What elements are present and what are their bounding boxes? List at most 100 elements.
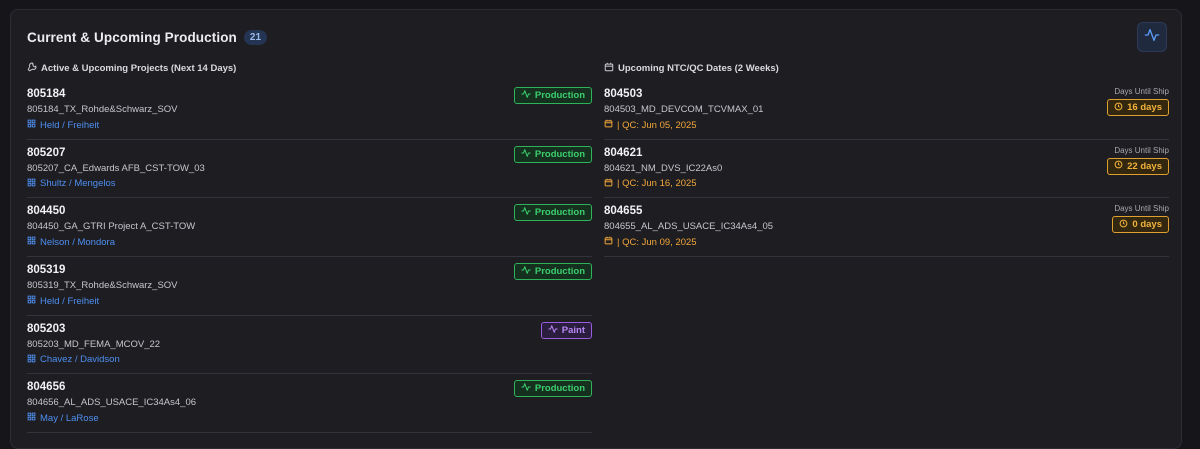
project-owners[interactable]: Held / Freiheit (27, 119, 99, 131)
days-text: 22 days (1127, 160, 1162, 172)
project-name: 804656_AL_ADS_USACE_IC34As4_06 (27, 397, 197, 409)
activity-button[interactable] (1137, 22, 1167, 52)
days-badge: 0 days (1112, 216, 1169, 234)
calendar-icon (604, 178, 617, 190)
qc-project-name: 804621_NM_DVS_IC22As0 (604, 162, 723, 174)
qc-dates-section: Upcoming NTC/QC Dates (2 Weeks) 804503 8… (604, 62, 1169, 258)
project-id: 805184 (27, 88, 66, 100)
days-until-ship-label: Days Until Ship (1114, 145, 1169, 155)
project-owners[interactable]: Chavez / Davidson (27, 354, 120, 366)
project-name: 805184_TX_Rohde&Schwarz_SOV (27, 104, 178, 115)
qc-project-id: 804503 (604, 88, 643, 100)
pulse-icon (521, 265, 535, 278)
qc-date-text: | QC: Jun 05, 2025 (617, 119, 697, 131)
project-owners-text: Chavez / Davidson (40, 354, 120, 366)
status-badge: Production (513, 87, 592, 104)
active-projects-title: Active & Upcoming Projects (Next 14 Days… (41, 62, 237, 74)
status-text: Paint (561, 324, 585, 336)
qc-row[interactable]: 804655 804655_AL_ADS_USACE_IC34As4_05 | … (604, 198, 1169, 258)
grid-icon (27, 412, 40, 424)
qc-date: | QC: Jun 05, 2025 (604, 119, 697, 131)
status-badge: Paint (540, 321, 592, 339)
days-badge: 22 days (1107, 157, 1169, 175)
grid-icon (27, 295, 40, 307)
project-owners-text: Nelson / Mondora (40, 236, 115, 248)
panel-header: Current & Upcoming Production 21 (27, 30, 268, 45)
days-text: 16 days (1127, 102, 1162, 113)
project-row[interactable]: 805207 805207_CA_Edwards AFB_CST-TOW_03 … (27, 140, 592, 199)
project-id: 804656 (27, 381, 66, 394)
qc-project-id: 804655 (604, 205, 643, 218)
project-name: 805203_MD_FEMA_MCOV_22 (27, 338, 161, 350)
panel-title: Current & Upcoming Production (27, 30, 237, 45)
project-row[interactable]: 805184 805184_TX_Rohde&Schwarz_SOV Held … (27, 81, 592, 140)
days-text: 0 days (1132, 219, 1162, 231)
clock-icon (1114, 160, 1127, 172)
project-id: 805319 (27, 264, 66, 277)
status-text: Production (534, 207, 585, 219)
qc-row[interactable]: 804503 804503_MD_DEVCOM_TCVMAX_01 | QC: … (604, 81, 1169, 140)
pulse-icon (521, 89, 535, 102)
status-badge: Production (513, 145, 592, 163)
grid-icon (27, 178, 40, 190)
project-id: 805203 (27, 322, 66, 335)
project-row[interactable]: 804450 804450_GA_GTRI Project A_CST-TOW … (27, 198, 592, 258)
calendar-icon (604, 62, 618, 75)
qc-row[interactable]: 804621 804621_NM_DVS_IC22As0 | QC: Jun 1… (604, 140, 1169, 199)
qc-date-text: | QC: Jun 16, 2025 (617, 178, 697, 190)
project-owners[interactable]: Held / Freiheit (27, 295, 99, 307)
qc-project-name: 804503_MD_DEVCOM_TCVMAX_01 (604, 104, 764, 115)
activity-icon (1144, 27, 1160, 48)
qc-date: | QC: Jun 16, 2025 (604, 178, 697, 190)
project-name: 805319_TX_Rohde&Schwarz_SOV (27, 280, 178, 292)
project-owners[interactable]: Shultz / Mengelos (27, 178, 116, 190)
project-row[interactable]: 805319 805319_TX_Rohde&Schwarz_SOV Held … (27, 257, 592, 316)
qc-project-id: 804621 (604, 146, 643, 159)
status-text: Production (534, 148, 585, 160)
days-until-ship-label: Days Until Ship (1114, 87, 1169, 96)
qc-list: 804503 804503_MD_DEVCOM_TCVMAX_01 | QC: … (604, 81, 1169, 258)
qc-project-name: 804655_AL_ADS_USACE_IC34As4_05 (604, 221, 774, 233)
qc-dates-title: Upcoming NTC/QC Dates (2 Weeks) (618, 62, 779, 74)
pulse-icon (548, 324, 562, 337)
project-id: 805207 (27, 146, 66, 159)
count-badge: 21 (243, 30, 268, 45)
pulse-icon (521, 148, 535, 161)
status-text: Production (534, 383, 585, 395)
qc-date-text: | QC: Jun 09, 2025 (617, 236, 697, 248)
project-owners-text: Held / Freiheit (40, 119, 100, 131)
project-row[interactable]: 805203 805203_MD_FEMA_MCOV_22 Chavez / D… (27, 316, 592, 375)
grid-icon (27, 236, 40, 248)
grid-icon (27, 119, 40, 131)
project-row[interactable]: 804656 804656_AL_ADS_USACE_IC34As4_06 Ma… (27, 374, 592, 434)
project-list: 805184 805184_TX_Rohde&Schwarz_SOV Held … (27, 81, 592, 434)
project-name: 804450_GA_GTRI Project A_CST-TOW (27, 221, 196, 233)
project-name: 805207_CA_Edwards AFB_CST-TOW_03 (27, 162, 205, 174)
calendar-icon (604, 236, 617, 248)
project-owners-text: Held / Freiheit (40, 295, 100, 307)
wrench-icon (27, 62, 41, 75)
qc-date: | QC: Jun 09, 2025 (604, 236, 697, 248)
production-panel: Current & Upcoming Production 21 Active … (10, 9, 1182, 449)
clock-icon (1114, 102, 1127, 114)
pulse-icon (521, 382, 535, 395)
project-id: 804450 (27, 205, 66, 218)
pulse-icon (521, 206, 535, 219)
active-projects-section: Active & Upcoming Projects (Next 14 Days… (27, 62, 592, 434)
project-owners-text: May / LaRose (40, 412, 99, 424)
status-badge: Production (513, 380, 592, 398)
grid-icon (27, 354, 40, 366)
status-badge: Production (513, 204, 592, 222)
status-badge: Production (513, 263, 592, 281)
active-projects-heading: Active & Upcoming Projects (Next 14 Days… (27, 62, 592, 74)
project-owners-text: Shultz / Mengelos (40, 178, 116, 190)
clock-icon (1119, 219, 1132, 231)
days-until-ship-label: Days Until Ship (1114, 204, 1169, 214)
qc-dates-heading: Upcoming NTC/QC Dates (2 Weeks) (604, 62, 1169, 74)
days-badge: 16 days (1107, 99, 1169, 116)
status-text: Production (534, 266, 585, 278)
calendar-icon (604, 119, 617, 131)
project-owners[interactable]: Nelson / Mondora (27, 236, 115, 248)
status-text: Production (534, 90, 585, 101)
project-owners[interactable]: May / LaRose (27, 412, 99, 424)
